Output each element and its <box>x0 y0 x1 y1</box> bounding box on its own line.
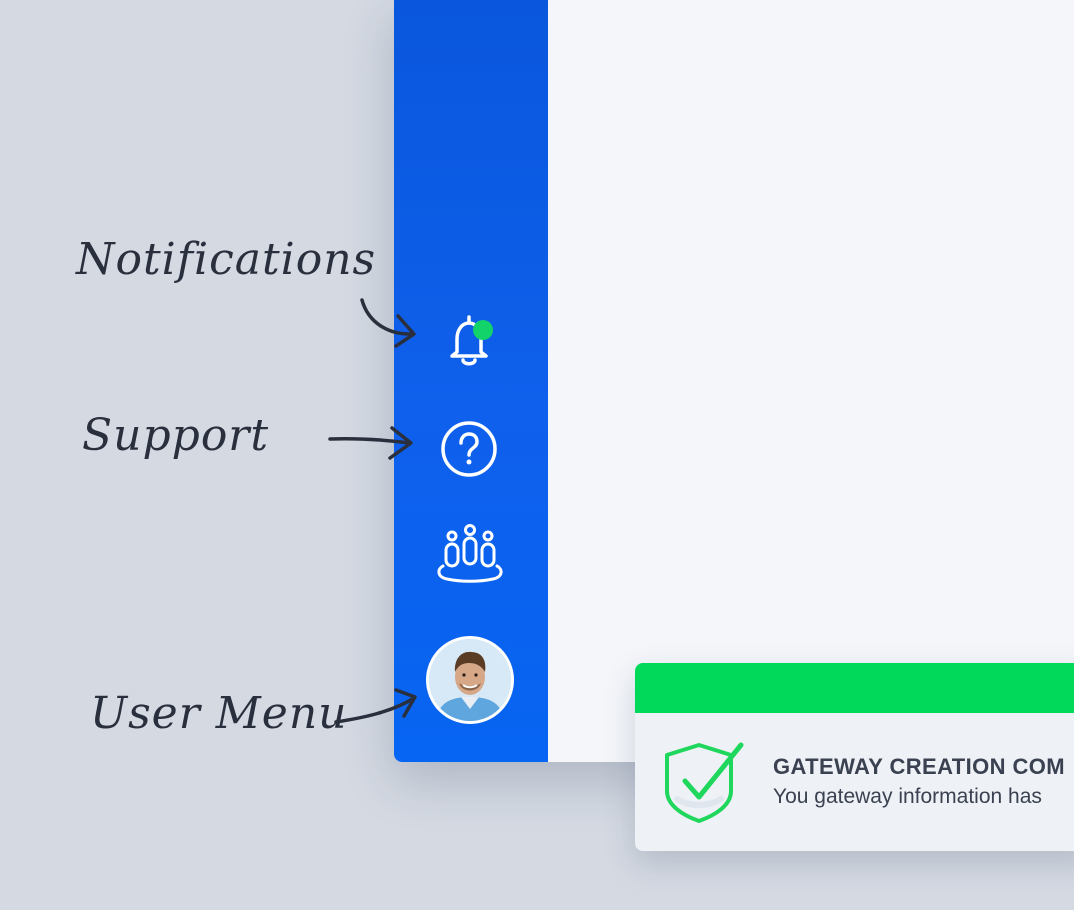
annotation-support: Support <box>82 410 270 461</box>
notifications-button[interactable] <box>441 311 497 369</box>
user-menu-avatar[interactable] <box>426 636 514 724</box>
team-button[interactable] <box>435 522 505 586</box>
app-window <box>394 0 1074 762</box>
help-circle-icon <box>441 421 497 477</box>
main-content-area <box>548 0 1074 762</box>
annotation-user-menu: User Menu <box>90 688 348 739</box>
sidebar <box>394 0 548 762</box>
toast-message: You gateway information has <box>773 785 1042 808</box>
bell-icon <box>450 315 493 366</box>
support-button[interactable] <box>440 420 498 478</box>
annotation-notifications: Notifications <box>76 234 377 285</box>
user-avatar <box>429 639 511 721</box>
success-toast[interactable]: GATEWAY CREATION COM You gateway informa… <box>635 663 1074 851</box>
toast-title: GATEWAY CREATION COM <box>773 754 1065 779</box>
team-icon <box>437 524 503 583</box>
notification-dot <box>473 320 493 340</box>
toast-accent-bar <box>635 663 1074 713</box>
shield-check-icon <box>665 742 744 823</box>
